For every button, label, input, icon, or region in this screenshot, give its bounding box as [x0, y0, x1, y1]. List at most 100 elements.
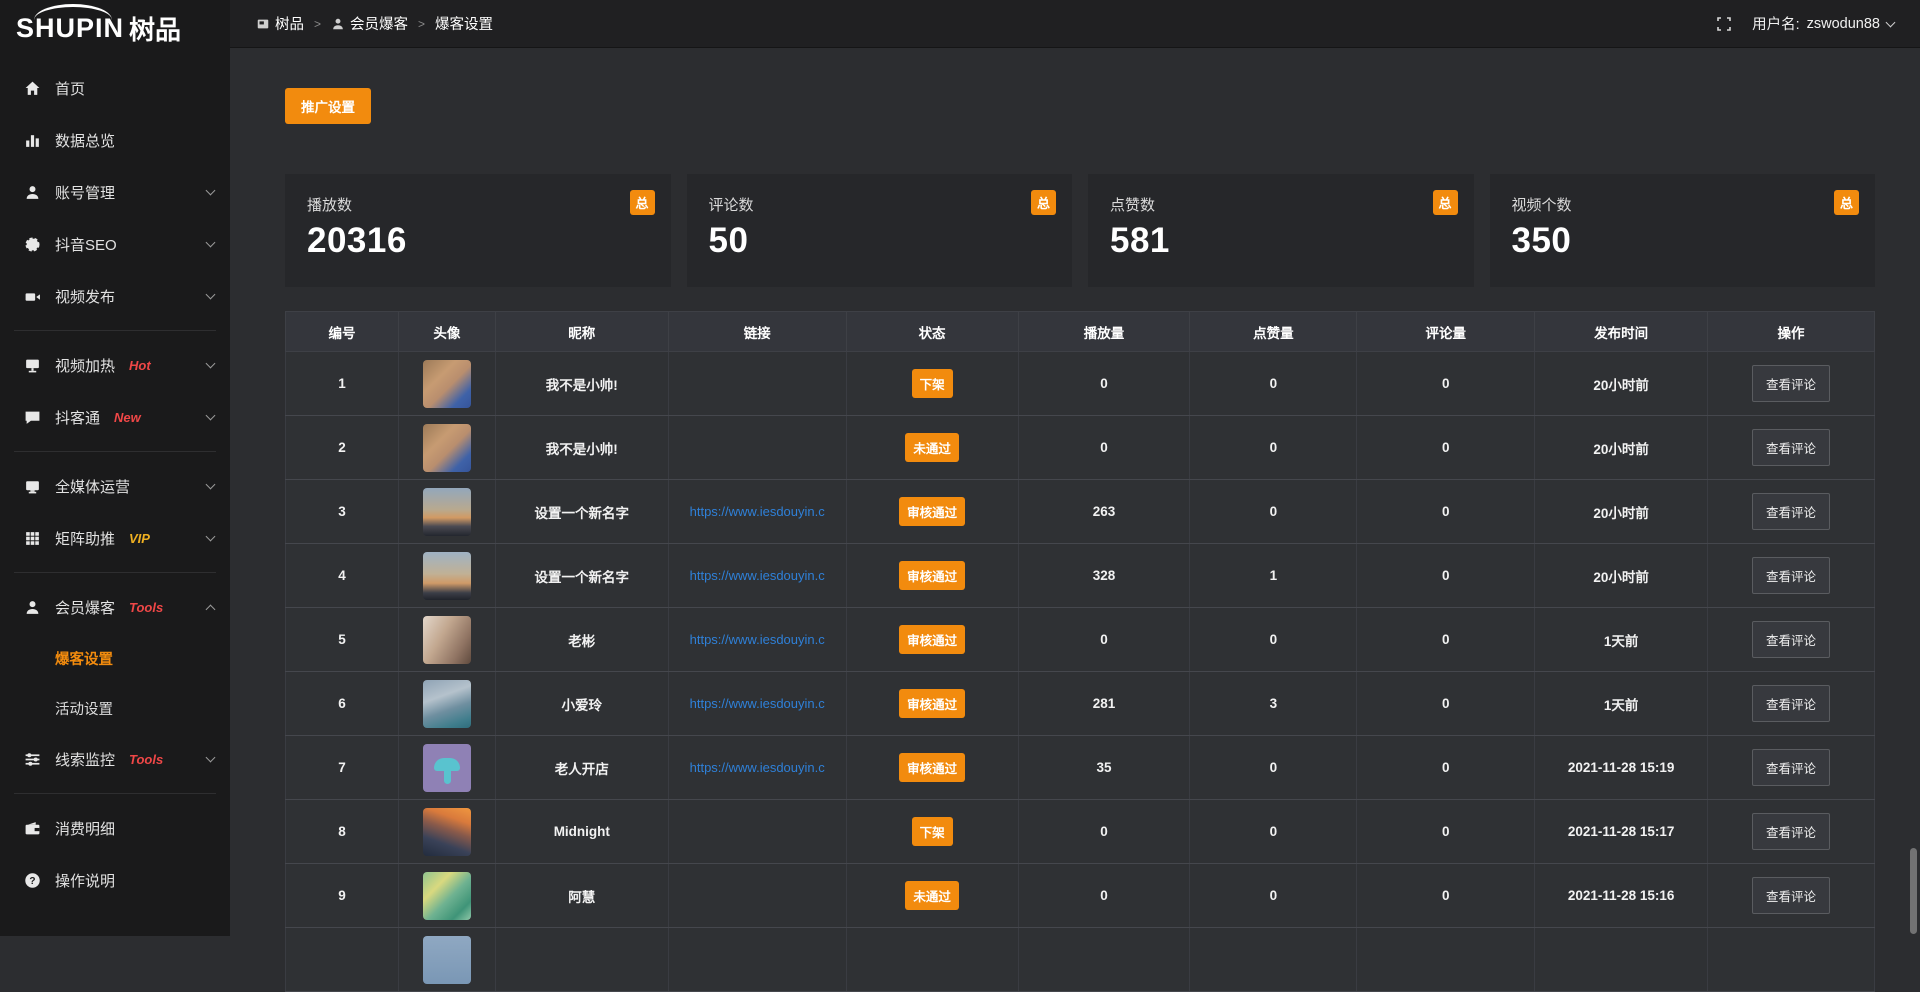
chevron-down-icon: [206, 480, 216, 490]
view-comments-button[interactable]: 查看评论: [1752, 493, 1830, 530]
cell-id: [286, 928, 399, 992]
cell-avatar: [398, 480, 495, 544]
cell-time: 2021-11-28 15:19: [1535, 736, 1708, 800]
view-comments-button[interactable]: 查看评论: [1752, 685, 1830, 722]
cell-nickname: 老人开店: [495, 736, 668, 800]
sidebar-item-video-heat[interactable]: 视频加热Hot: [0, 339, 230, 391]
scrollbar-thumb[interactable]: [1910, 848, 1917, 934]
chat-icon: [24, 409, 41, 426]
sidebar-item-label: 会员爆客: [55, 597, 115, 618]
cell-link: https://www.iesdouyin.c: [668, 544, 846, 608]
avatar: [423, 616, 471, 664]
video-link[interactable]: https://www.iesdouyin.c: [690, 632, 825, 647]
cell-plays: 263: [1018, 480, 1190, 544]
gear-icon: [24, 236, 41, 253]
cell-action: 查看评论: [1708, 672, 1875, 736]
sidebar-item-badge: New: [114, 410, 141, 425]
cell-likes: 0: [1190, 800, 1357, 864]
chevron-down-icon: [206, 290, 216, 300]
breadcrumb-item[interactable]: 爆客设置: [435, 13, 493, 34]
cell-comments: 0: [1357, 608, 1535, 672]
sidebar-item-clue-monitor[interactable]: 线索监控Tools: [0, 733, 230, 785]
cell-comments: 0: [1357, 480, 1535, 544]
app-logo[interactable]: SHUPIN 树品: [0, 0, 230, 56]
sidebar-item-label: 数据总览: [55, 130, 115, 151]
cell-id: 5: [286, 608, 399, 672]
sidebar-item-badge: Tools: [129, 752, 163, 767]
sidebar-item-all-media[interactable]: 全媒体运营: [0, 460, 230, 512]
view-comments-button[interactable]: 查看评论: [1752, 429, 1830, 466]
fullscreen-icon[interactable]: [1716, 16, 1732, 32]
avatar: [423, 488, 471, 536]
video-link[interactable]: https://www.iesdouyin.c: [690, 760, 825, 775]
stat-card-label: 视频个数: [1512, 194, 1854, 215]
breadcrumb-item[interactable]: 会员爆客: [331, 13, 408, 34]
stat-card: 点赞数581总: [1088, 174, 1474, 287]
view-comments-button[interactable]: 查看评论: [1752, 877, 1830, 914]
column-header: 评论量: [1357, 312, 1535, 352]
cell-avatar: [398, 352, 495, 416]
sidebar-item-consume-detail[interactable]: 消费明细: [0, 802, 230, 854]
cell-link: [668, 800, 846, 864]
cell-action: 查看评论: [1708, 864, 1875, 928]
sidebar-item-video-publish[interactable]: 视频发布: [0, 270, 230, 322]
cell-plays: 35: [1018, 736, 1190, 800]
cell-action: 查看评论: [1708, 544, 1875, 608]
cell-link: [668, 352, 846, 416]
cell-id: 3: [286, 480, 399, 544]
breadcrumb-label: 会员爆客: [350, 13, 408, 34]
cell-avatar: [398, 928, 495, 992]
status-badge: 审核通过: [899, 625, 965, 654]
grid-icon: [24, 530, 41, 547]
cell-id: 9: [286, 864, 399, 928]
sidebar-subitem-baoke-settings[interactable]: 爆客设置: [0, 633, 230, 683]
cell-nickname: 我不是小帅!: [495, 416, 668, 480]
sidebar-item-douyin-seo[interactable]: 抖音SEO: [0, 218, 230, 270]
user-menu[interactable]: 用户名: zswodun88: [1752, 13, 1894, 34]
cell-nickname: Midnight: [495, 800, 668, 864]
cell-likes: 0: [1190, 864, 1357, 928]
view-comments-button[interactable]: 查看评论: [1752, 557, 1830, 594]
sidebar-item-douketong[interactable]: 抖客通New: [0, 391, 230, 443]
sidebar-item-matrix-boost[interactable]: 矩阵助推VIP: [0, 512, 230, 564]
column-header: 头像: [398, 312, 495, 352]
status-badge: 审核通过: [899, 561, 965, 590]
stat-card-value: 20316: [307, 221, 649, 261]
sidebar-item-operation-guide[interactable]: ?操作说明: [0, 854, 230, 906]
sidebar-item-data-overview[interactable]: 数据总览: [0, 114, 230, 166]
view-comments-button[interactable]: 查看评论: [1752, 621, 1830, 658]
column-header: 操作: [1708, 312, 1875, 352]
promo-settings-button[interactable]: 推广设置: [285, 88, 371, 124]
cell-link: [668, 416, 846, 480]
view-comments-button[interactable]: 查看评论: [1752, 813, 1830, 850]
sidebar-item-member-baoke[interactable]: 会员爆客Tools: [0, 581, 230, 633]
user-icon: [24, 184, 41, 201]
cell-link: https://www.iesdouyin.c: [668, 736, 846, 800]
cell-nickname: 我不是小帅!: [495, 352, 668, 416]
table-row: 8Midnight下架0002021-11-28 15:17查看评论: [286, 800, 1875, 864]
chart-icon: [24, 132, 41, 149]
sidebar-divider: [14, 572, 216, 573]
avatar: [423, 872, 471, 920]
table-row: 9阿慧未通过0002021-11-28 15:16查看评论: [286, 864, 1875, 928]
cell-plays: 0: [1018, 608, 1190, 672]
svg-text:?: ?: [29, 876, 35, 887]
cell-comments: 0: [1357, 672, 1535, 736]
avatar: [423, 936, 471, 984]
cell-avatar: [398, 416, 495, 480]
sidebar-item-home[interactable]: 首页: [0, 62, 230, 114]
cell-id: 2: [286, 416, 399, 480]
video-link[interactable]: https://www.iesdouyin.c: [690, 568, 825, 583]
view-comments-button[interactable]: 查看评论: [1752, 365, 1830, 402]
sidebar-subitem-activity-settings[interactable]: 活动设置: [0, 683, 230, 733]
cell-avatar: [398, 864, 495, 928]
cell-status: 审核通过: [846, 544, 1018, 608]
view-comments-button[interactable]: 查看评论: [1752, 749, 1830, 786]
cell-id: 6: [286, 672, 399, 736]
sidebar-item-account-manage[interactable]: 账号管理: [0, 166, 230, 218]
video-link[interactable]: https://www.iesdouyin.c: [690, 696, 825, 711]
video-link[interactable]: https://www.iesdouyin.c: [690, 504, 825, 519]
cell-id: 8: [286, 800, 399, 864]
breadcrumb-item[interactable]: 树品: [256, 13, 304, 34]
cell-action: 查看评论: [1708, 608, 1875, 672]
